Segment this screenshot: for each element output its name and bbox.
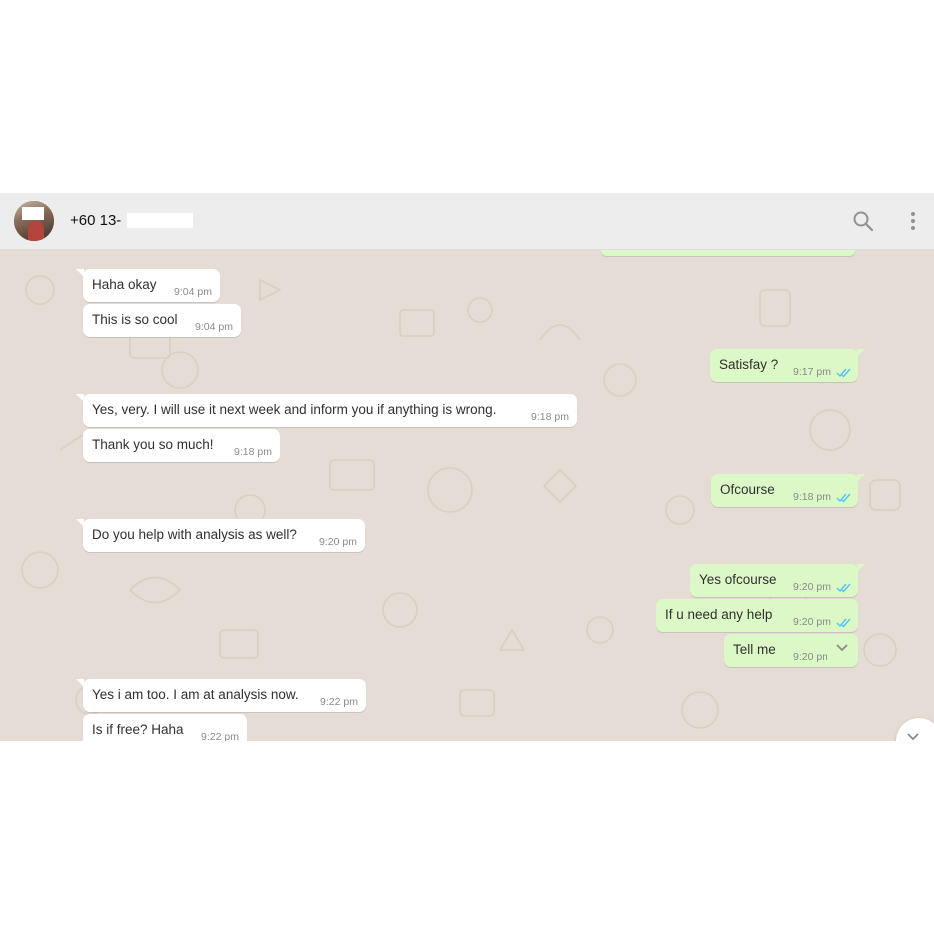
message-text: Do you help with analysis as well?: [92, 527, 297, 542]
message-list[interactable]: Haha okay 9:04 pm This is so cool 9:04 p…: [0, 250, 934, 741]
message-bubble-incoming[interactable]: Haha okay 9:04 pm: [76, 269, 220, 302]
message-time: 9:20 pm: [793, 581, 831, 593]
message-text: Thank you so much!: [92, 437, 214, 452]
read-ticks-icon: [836, 618, 851, 628]
message-bubble-incoming[interactable]: Thank you so much! 9:18 pm: [83, 429, 280, 462]
message-text: Yes i am too. I am at analysis now.: [92, 687, 299, 702]
message-bubble-outgoing[interactable]: Tell me 9:20 pm: [724, 634, 858, 667]
message-bubble-incoming[interactable]: Yes i am too. I am at analysis now. 9:22…: [76, 679, 366, 712]
message-time: 9:20 pm: [319, 536, 357, 548]
message-bubble-incoming[interactable]: Do you help with analysis as well? 9:20 …: [76, 519, 365, 552]
chevron-down-icon[interactable]: [834, 640, 850, 656]
message-text: Ofcourse: [720, 482, 775, 497]
contact-avatar[interactable]: [14, 201, 54, 241]
message-bubble-incoming[interactable]: Is if free? Haha 9:22 pm: [83, 714, 247, 741]
redaction-box: [127, 213, 193, 228]
message-text: This is so cool: [92, 312, 178, 327]
message-time: 9:18 pm: [793, 491, 831, 503]
read-ticks-icon: [836, 368, 851, 378]
search-icon[interactable]: [851, 209, 875, 233]
chat-header: +60 13-: [0, 193, 934, 250]
message-bubble-outgoing[interactable]: If u need any help 9:20 pm: [656, 599, 858, 632]
message-time: 9:22 pm: [320, 696, 358, 708]
read-ticks-icon: [836, 493, 851, 503]
message-text: Haha okay: [92, 277, 157, 292]
read-ticks-icon: [836, 583, 851, 593]
message-time: 9:17 pm: [793, 366, 831, 378]
message-time: 9:04 pm: [195, 321, 233, 333]
message-text: If u need any help: [665, 607, 773, 622]
message-bubble-outgoing[interactable]: Yes ofcourse 9:20 pm: [690, 564, 865, 597]
message-text: Satisfay ?: [719, 357, 779, 372]
message-bubble-outgoing[interactable]: Satisfay ? 9:17 pm: [710, 349, 865, 382]
message-time: 9:22 pm: [201, 731, 239, 741]
message-text: Yes ofcourse: [699, 572, 777, 587]
message-bubble-outgoing[interactable]: [600, 250, 856, 256]
message-bubble-incoming[interactable]: This is so cool 9:04 pm: [83, 304, 241, 337]
menu-icon[interactable]: [901, 209, 925, 233]
message-time: 9:20 pm: [793, 616, 831, 628]
message-text: Tell me: [733, 642, 776, 657]
chevron-down-icon: [907, 733, 919, 741]
message-time: 9:18 pm: [531, 411, 569, 423]
message-time: 9:04 pm: [174, 286, 212, 298]
contact-name[interactable]: +60 13-: [70, 212, 121, 230]
message-time: 9:18 pm: [234, 446, 272, 458]
chat-window: +60 13- Haha okay 9:04 pm This is so coo…: [0, 193, 934, 741]
message-time: 9:20 pm: [793, 651, 827, 663]
redaction-box: [22, 207, 44, 220]
message-bubble-incoming[interactable]: Yes, very. I will use it next week and i…: [76, 394, 577, 427]
message-bubble-outgoing[interactable]: Ofcourse 9:18 pm: [711, 474, 865, 507]
message-text: Is if free? Haha: [92, 722, 184, 737]
message-text: Yes, very. I will use it next week and i…: [92, 402, 497, 417]
